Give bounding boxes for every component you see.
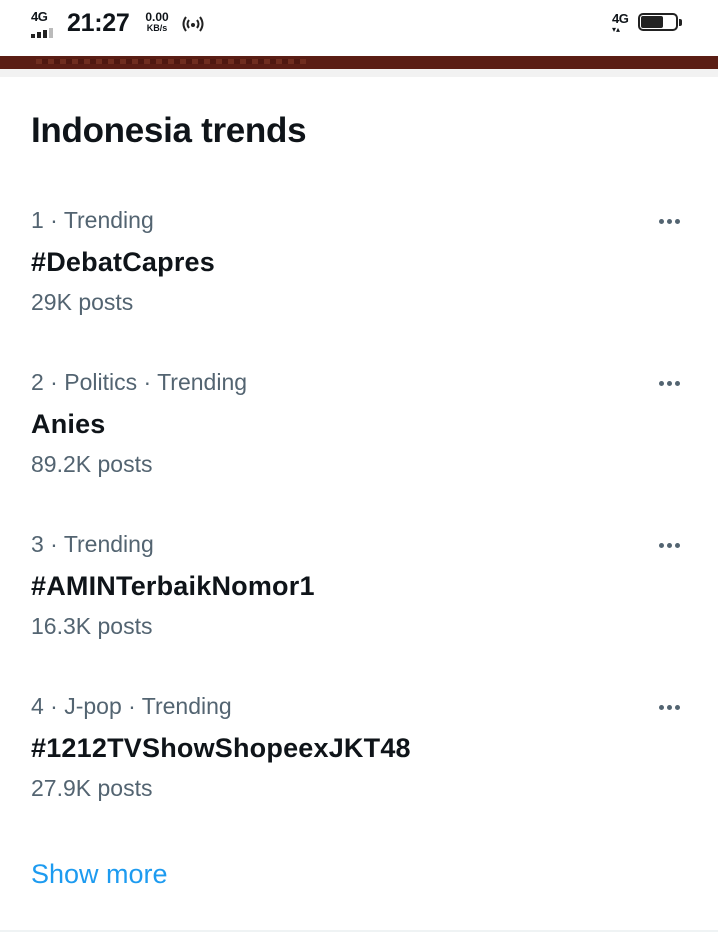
- network-type-left: 4G: [31, 9, 48, 24]
- more-options-icon[interactable]: [652, 694, 686, 720]
- trend-name[interactable]: #DebatCapres: [31, 246, 215, 278]
- data-activity-icon: ▾▴: [612, 25, 621, 34]
- trend-name[interactable]: #AMINTerbaikNomor1: [31, 570, 315, 602]
- network-speed-value: 0.00: [145, 10, 169, 24]
- clock: 21:27: [67, 9, 130, 37]
- trend-name[interactable]: Anies: [31, 408, 106, 440]
- more-options-icon[interactable]: [652, 532, 686, 558]
- trend-meta: 4 · J-pop · Trending: [31, 693, 232, 719]
- more-options-icon[interactable]: [652, 208, 686, 234]
- header-image-strip: [0, 56, 718, 69]
- show-more-link[interactable]: Show more: [31, 858, 168, 890]
- cellular-signal-left: 4G: [31, 10, 61, 38]
- trend-post-count: 89.2K posts: [31, 451, 153, 477]
- trend-item[interactable]: 1 · Trending #DebatCapres 29K posts: [0, 206, 718, 368]
- network-speed: 0.00 KB/s: [141, 11, 173, 34]
- trend-name[interactable]: #1212TVShowShopeexJKT48: [31, 732, 411, 764]
- trend-post-count: 29K posts: [31, 289, 134, 315]
- trend-post-count: 27.9K posts: [31, 775, 153, 801]
- bottom-divider: [0, 930, 718, 932]
- trend-meta: 2 · Politics · Trending: [31, 369, 248, 395]
- trend-item[interactable]: 2 · Politics · Trending Anies 89.2K post…: [0, 368, 718, 530]
- trend-item[interactable]: 4 · J-pop · Trending #1212TVShowShopeexJ…: [0, 692, 718, 854]
- cellular-signal-right: 4G ▾▴: [612, 12, 634, 35]
- hotspot-icon: [180, 14, 206, 34]
- section-divider: [0, 69, 718, 77]
- trend-meta: 1 · Trending: [31, 207, 154, 233]
- status-bar: 4G 21:27 0.00 KB/s 4G ▾▴: [0, 0, 718, 52]
- more-options-icon[interactable]: [652, 370, 686, 396]
- network-speed-unit: KB/s: [146, 23, 168, 33]
- network-type-right: 4G: [612, 11, 629, 26]
- trend-item[interactable]: 3 · Trending #AMINTerbaikNomor1 16.3K po…: [0, 530, 718, 692]
- battery-icon: [638, 13, 682, 33]
- trend-meta: 3 · Trending: [31, 531, 154, 557]
- trend-post-count: 16.3K posts: [31, 613, 153, 639]
- section-title: Indonesia trends: [31, 111, 307, 150]
